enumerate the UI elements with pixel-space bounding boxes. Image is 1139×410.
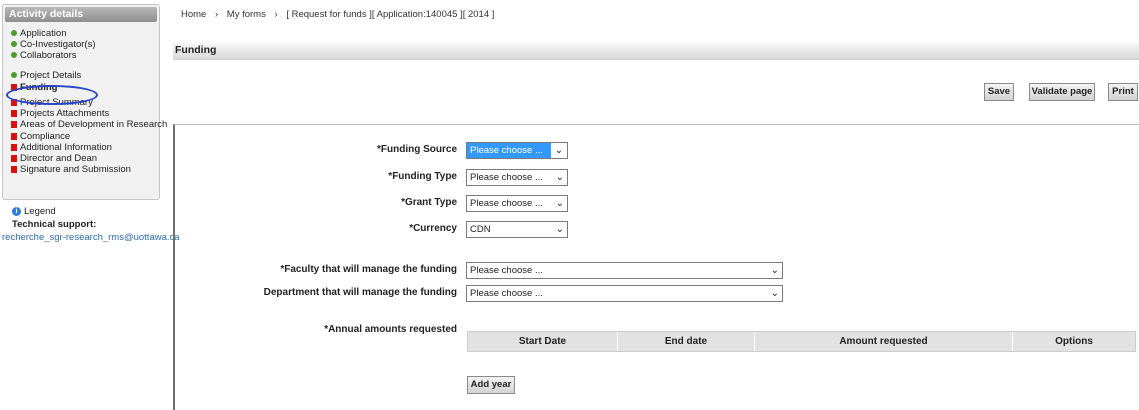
chevron-down-icon: ⌄ — [770, 286, 779, 301]
sidebar-item-signature-and-submission[interactable]: Signature and Submission — [11, 164, 131, 175]
sidebar-item-co-investigators[interactable]: Co-Investigator(s) — [11, 39, 96, 50]
chevron-down-icon: ⌄ — [555, 196, 564, 211]
legend-label: Legend — [24, 206, 56, 217]
chevron-down-icon: ⌄ — [770, 263, 779, 278]
sidebar-item-label: Co-Investigator(s) — [20, 39, 96, 50]
incomplete-status-icon — [11, 132, 17, 140]
department-value: Please choose ... — [470, 288, 543, 299]
table-header-amount-requested: Amount requested — [755, 332, 1013, 351]
complete-status-icon — [11, 72, 17, 79]
department-select[interactable]: Please choose ... ⌄ — [466, 285, 783, 302]
activity-sidebar: Activity details Application Co-Investig… — [2, 4, 167, 200]
chevron-down-icon: ⌄ — [555, 222, 564, 237]
funding-type-label: *Funding Type — [388, 171, 457, 182]
sidebar-item-projects-attachments[interactable]: Projects Attachments — [11, 108, 109, 119]
incomplete-status-icon — [11, 109, 17, 117]
section-title: Funding — [173, 40, 1139, 60]
faculty-label: *Faculty that will manage the funding — [280, 264, 457, 275]
complete-status-icon — [11, 30, 17, 37]
incomplete-status-icon — [11, 120, 17, 128]
funding-source-label: *Funding Source — [377, 144, 457, 155]
funding-type-select[interactable]: Please choose ... ⌄ — [466, 169, 568, 186]
breadcrumb-separator-icon: › — [274, 9, 278, 20]
funding-source-select[interactable]: Please choose ... ⌄ — [466, 142, 568, 159]
funding-type-value: Please choose ... — [470, 172, 543, 183]
grant-type-value: Please choose ... — [470, 198, 543, 209]
annotation-circle — [6, 85, 98, 105]
breadcrumb: Home › My forms › [ Request for funds ][… — [181, 9, 494, 20]
breadcrumb-home[interactable]: Home — [181, 9, 206, 20]
currency-select[interactable]: CDN ⌄ — [466, 221, 568, 238]
sidebar-item-project-details[interactable]: Project Details — [11, 70, 81, 81]
sidebar-title: Activity details — [5, 7, 157, 22]
sidebar-item-label: Areas of Development in Research — [20, 119, 168, 130]
annual-amounts-table: Start Date End date Amount requested Opt… — [467, 331, 1136, 352]
save-button[interactable]: Save — [984, 83, 1014, 101]
faculty-value: Please choose ... — [470, 265, 543, 276]
faculty-select[interactable]: Please choose ... ⌄ — [466, 262, 783, 279]
sidebar-item-label: Application — [20, 28, 67, 39]
grant-type-label: *Grant Type — [401, 197, 457, 208]
breadcrumb-current: [ Request for funds ][ Application:14004… — [286, 9, 495, 20]
department-label: Department that will manage the funding — [263, 287, 457, 298]
breadcrumb-separator-icon: › — [214, 9, 219, 20]
sidebar-item-label: Project Details — [20, 70, 82, 81]
info-icon: i — [12, 206, 21, 216]
sidebar-item-compliance[interactable]: Compliance — [11, 131, 70, 142]
incomplete-status-icon — [11, 154, 17, 162]
complete-status-icon — [11, 41, 17, 48]
sidebar-item-label: Additional Information — [20, 142, 112, 153]
sidebar-item-additional-information[interactable]: Additional Information — [11, 142, 112, 153]
currency-label: *Currency — [409, 223, 457, 234]
funding-source-value: Please choose ... — [470, 145, 543, 156]
sidebar-item-label: Signature and Submission — [20, 164, 131, 175]
incomplete-status-icon — [11, 143, 17, 151]
complete-status-icon — [11, 52, 17, 59]
sidebar-item-application[interactable]: Application — [11, 28, 66, 39]
chevron-down-icon: ⌄ — [551, 143, 567, 158]
sidebar-item-collaborators[interactable]: Collaborators — [11, 50, 77, 61]
tech-support-label: Technical support: — [12, 219, 97, 230]
sidebar-item-areas-of-development[interactable]: Areas of Development in Research — [11, 119, 167, 130]
grant-type-select[interactable]: Please choose ... ⌄ — [466, 195, 568, 212]
table-header-start-date: Start Date — [468, 332, 618, 351]
print-button[interactable]: Print — [1108, 83, 1138, 101]
sidebar-item-label: Director and Dean — [20, 153, 98, 164]
table-header-end-date: End date — [618, 332, 755, 351]
currency-value: CDN — [470, 224, 491, 235]
add-year-button[interactable]: Add year — [467, 376, 515, 394]
annual-amounts-label: *Annual amounts requested — [324, 324, 457, 335]
table-header-options: Options — [1055, 336, 1093, 347]
validate-page-button[interactable]: Validate page — [1029, 83, 1095, 101]
sidebar-item-director-and-dean[interactable]: Director and Dean — [11, 153, 97, 164]
chevron-down-icon: ⌄ — [555, 170, 564, 185]
tech-support-email-link[interactable]: recherche_sgr-research_rms@uottawa.ca — [2, 232, 180, 243]
sidebar-item-label: Projects Attachments — [20, 108, 110, 119]
legend-link[interactable]: i Legend — [12, 206, 56, 217]
sidebar-item-label: Compliance — [20, 131, 71, 142]
breadcrumb-my-forms[interactable]: My forms — [227, 9, 266, 20]
sidebar-item-label: Collaborators — [20, 50, 77, 61]
incomplete-status-icon — [11, 165, 17, 173]
